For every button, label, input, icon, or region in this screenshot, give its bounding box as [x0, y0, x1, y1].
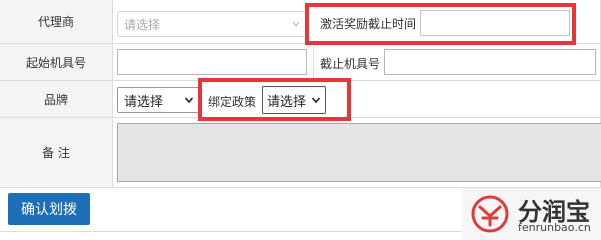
chevron-down-icon	[184, 97, 194, 104]
highlight-box-policy	[198, 78, 351, 121]
highlight-box-reward-deadline	[305, 3, 576, 45]
column-divider	[112, 0, 113, 187]
label-cell-brand: 品牌	[0, 81, 112, 117]
brand-select-value: 请选择	[124, 94, 164, 110]
start-sn-input[interactable]	[117, 49, 307, 75]
watermark-url: fenrunbao.cn	[518, 221, 591, 234]
remark-textarea[interactable]	[117, 123, 601, 182]
confirm-transfer-button[interactable]: 确认划拨	[8, 193, 90, 225]
label-cell-remark: 备 注	[0, 118, 112, 187]
watermark: 分润宝 fenrunbao.cn	[462, 188, 601, 240]
column-divider	[313, 44, 314, 80]
label-cell-start-sn: 起始机具号	[0, 44, 112, 80]
label-cell-agent: 代理商	[0, 0, 112, 43]
fenrunbao-logo-icon	[471, 195, 509, 233]
end-sn-input[interactable]	[384, 49, 596, 75]
start-sn-label: 起始机具号	[25, 55, 86, 70]
brand-label: 品牌	[43, 92, 68, 107]
agent-select[interactable]: 请选择	[117, 11, 307, 37]
chevron-down-icon	[292, 21, 300, 27]
remark-label: 备 注	[42, 146, 70, 160]
agent-label: 代理商	[37, 15, 74, 29]
agent-select-placeholder: 请选择	[124, 17, 161, 32]
end-sn-label: 截止机具号	[320, 57, 381, 71]
brand-select[interactable]: 请选择	[117, 87, 201, 113]
